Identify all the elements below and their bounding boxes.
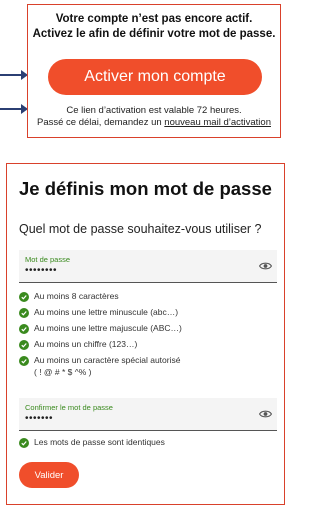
- check-circle-icon: [19, 308, 29, 318]
- password-field[interactable]: Mot de passe ••••••••: [19, 250, 277, 283]
- rule-item: Au moins une lettre minuscule (abc…): [19, 306, 279, 322]
- confirm-password-input[interactable]: •••••••: [25, 413, 225, 424]
- activate-account-button[interactable]: Activer mon compte: [48, 59, 262, 95]
- rule-item: Au moins un chiffre (123…): [19, 338, 279, 354]
- check-circle-icon: [19, 356, 29, 366]
- rule-text: Au moins un caractère spécial autorisé (…: [34, 354, 180, 378]
- form-question: Quel mot de passe souhaitez-vous utilise…: [19, 222, 262, 236]
- rule-text: Au moins une lettre majuscule (ABC…): [34, 323, 182, 333]
- arrow-right-icon: [0, 104, 28, 114]
- activation-title-line1: Votre compte n’est pas encore actif.: [55, 13, 253, 25]
- check-circle-icon: [19, 438, 29, 448]
- check-circle-icon: [19, 324, 29, 334]
- rule-special-label: Au moins un caractère spécial autorisé: [34, 355, 181, 365]
- check-circle-icon: [19, 340, 29, 350]
- rule-text: Au moins un chiffre (123…): [34, 339, 138, 349]
- submit-button[interactable]: Valider: [19, 462, 79, 488]
- match-text: Les mots de passe sont identiques: [34, 437, 165, 447]
- confirm-password-field[interactable]: Confirmer le mot de passe •••••••: [19, 398, 277, 431]
- rule-item: Au moins 8 caractères: [19, 290, 279, 306]
- eye-icon[interactable]: [259, 408, 272, 420]
- new-activation-mail-link[interactable]: nouveau mail d’activation: [164, 117, 271, 128]
- activation-info: Ce lien d’activation est valable 72 heur…: [28, 105, 280, 129]
- rule-item: Au moins une lettre majuscule (ABC…): [19, 322, 279, 338]
- password-label: Mot de passe: [25, 255, 71, 264]
- rule-text: Au moins une lettre minuscule (abc…): [34, 307, 179, 317]
- password-form-panel: Je définis mon mot de passe Quel mot de …: [6, 163, 285, 505]
- password-match-status: Les mots de passe sont identiques: [19, 436, 165, 448]
- check-circle-icon: [19, 292, 29, 302]
- confirm-password-label: Confirmer le mot de passe: [25, 403, 113, 412]
- password-rules-list: Au moins 8 caractères Au moins une lettr…: [19, 290, 279, 380]
- activation-title-line2: Activez le afin de définir votre mot de …: [32, 28, 276, 40]
- rule-text: Au moins 8 caractères: [34, 291, 119, 301]
- arrow-right-icon: [0, 70, 28, 80]
- eye-icon[interactable]: [259, 260, 272, 272]
- info-line2-prefix: Passé ce délai, demandez un: [37, 117, 165, 128]
- info-suffix: heures.: [207, 105, 242, 116]
- password-input[interactable]: ••••••••: [25, 265, 225, 276]
- page-title: Je définis mon mot de passe: [19, 178, 272, 199]
- activation-panel: Votre compte n’est pas encore actif. Act…: [27, 4, 281, 138]
- info-prefix: Ce lien d’activation est valable: [66, 105, 197, 116]
- rule-item: Au moins un caractère spécial autorisé (…: [19, 354, 279, 380]
- info-hours: 72: [196, 105, 208, 116]
- activation-title: Votre compte n’est pas encore actif. Act…: [28, 12, 280, 42]
- special-chars-list: ( ! @ # * $ ^% ): [34, 367, 92, 377]
